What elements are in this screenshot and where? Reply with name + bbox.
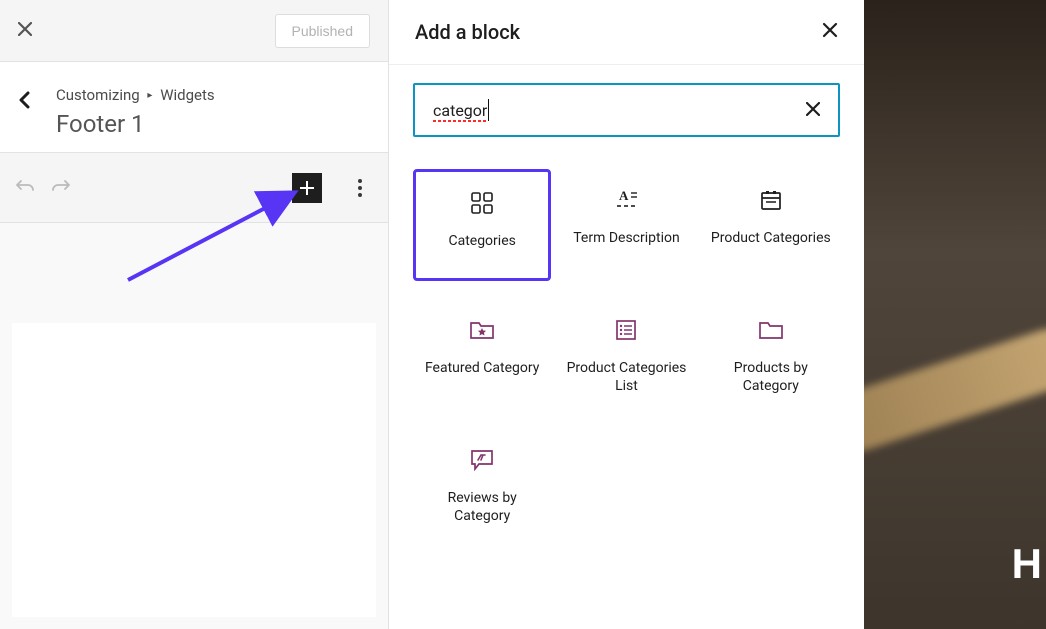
featured-category-icon	[469, 313, 495, 347]
block-tile-categories[interactable]: Categories	[413, 169, 551, 281]
block-label: Product Categories List	[563, 359, 689, 395]
add-block-panel: Add a block categor Categori	[389, 0, 864, 629]
customizer-topbar: Published	[0, 0, 388, 62]
more-options-button[interactable]	[348, 179, 372, 197]
close-add-block-button[interactable]	[822, 22, 838, 43]
section-title: Footer 1	[56, 110, 215, 138]
block-label: Categories	[448, 232, 515, 250]
search-value: categor	[433, 101, 487, 120]
editor-toolbar	[0, 153, 388, 223]
block-tile-featured-category[interactable]: Featured Category	[413, 299, 551, 411]
add-block-title: Add a block	[415, 20, 520, 44]
breadcrumb: Customizing ▸ Widgets Footer 1	[0, 62, 388, 153]
products-by-category-icon	[758, 313, 784, 347]
block-label: Reviews by Category	[419, 489, 545, 525]
back-button[interactable]	[18, 90, 32, 114]
block-tile-reviews-by-category[interactable]: Reviews by Category	[413, 429, 551, 541]
block-tile-products-by-category[interactable]: Products by Category	[702, 299, 840, 411]
breadcrumb-separator-icon: ▸	[147, 90, 152, 101]
reviews-by-category-icon	[470, 443, 494, 477]
breadcrumb-root: Customizing	[56, 86, 140, 104]
search-wrap: categor	[389, 65, 864, 145]
block-label: Products by Category	[708, 359, 834, 395]
categories-icon	[471, 186, 493, 220]
preview-letter: H	[1012, 540, 1040, 588]
block-label: Featured Category	[425, 359, 539, 377]
product-categories-icon	[760, 183, 782, 217]
breadcrumb-path: Customizing ▸ Widgets	[56, 86, 215, 104]
product-categories-list-icon	[615, 313, 637, 347]
block-label: Term Description	[573, 229, 679, 247]
block-label: Product Categories	[711, 229, 831, 247]
blocks-grid: Categories A Term Description	[389, 145, 864, 565]
undo-button[interactable]	[16, 177, 34, 198]
clear-search-button[interactable]	[806, 100, 820, 121]
widget-canvas[interactable]	[12, 323, 376, 617]
text-caret-icon	[488, 99, 489, 121]
redo-button[interactable]	[52, 177, 70, 198]
close-customizer-button[interactable]	[18, 21, 32, 40]
add-block-button[interactable]	[292, 173, 322, 203]
svg-text:A: A	[619, 189, 629, 203]
site-preview: H	[864, 0, 1046, 629]
block-tile-product-categories[interactable]: Product Categories	[702, 169, 840, 281]
breadcrumb-leaf: Widgets	[160, 86, 214, 104]
customizer-panel: Published Customizing ▸ Widgets Footer 1	[0, 0, 389, 629]
term-description-icon: A	[613, 183, 639, 217]
publish-button[interactable]: Published	[275, 14, 371, 48]
add-block-header: Add a block	[389, 0, 864, 65]
block-tile-product-categories-list[interactable]: Product Categories List	[557, 299, 695, 411]
block-tile-term-description[interactable]: A Term Description	[557, 169, 695, 281]
block-search-input[interactable]: categor	[413, 83, 840, 137]
